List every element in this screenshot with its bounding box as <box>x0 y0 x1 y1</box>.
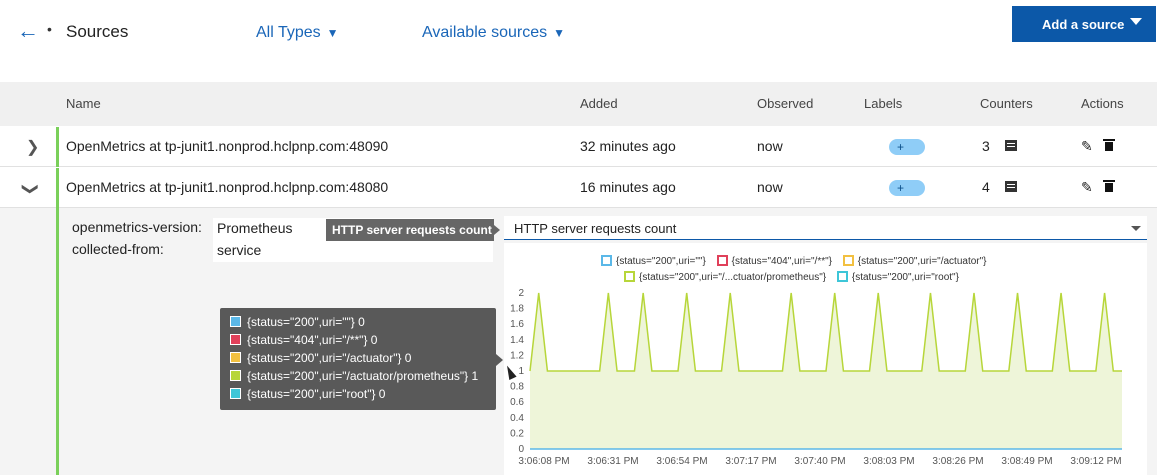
counter-select-value: HTTP server requests count <box>514 221 677 236</box>
y-tick-label: 1.4 <box>510 335 524 346</box>
x-tick-label: 3:08:26 PM <box>932 456 983 467</box>
tooltip-swatch <box>230 316 241 327</box>
tooltip-swatch <box>230 370 241 381</box>
add-label-button[interactable]: + <box>889 139 925 155</box>
counter-chart[interactable]: {status="200",uri=""} {status="404",uri=… <box>504 243 1147 475</box>
y-tick-label: 2 <box>518 288 524 299</box>
source-added: 16 minutes ago <box>580 179 676 195</box>
separator-dot: • <box>47 21 52 37</box>
sources-filter-label: Available sources <box>422 24 548 41</box>
x-tick-label: 3:08:49 PM <box>1001 456 1052 467</box>
table-row[interactable]: ❯ OpenMetrics at tp-junit1.nonprod.hclpn… <box>0 127 1157 167</box>
y-tick-label: 1.6 <box>510 319 524 330</box>
y-tick-label: 0.6 <box>510 397 524 408</box>
series-line <box>529 292 1122 372</box>
x-tick-label: 3:06:08 PM <box>518 456 569 467</box>
chevron-right-icon[interactable]: ❯ <box>26 137 39 157</box>
meta-key: openmetrics-version: <box>72 219 202 235</box>
status-bar <box>56 127 59 167</box>
x-tick-label: 3:09:12 PM <box>1070 456 1121 467</box>
tooltip-swatch <box>230 388 241 399</box>
table-row[interactable]: ❯ OpenMetrics at tp-junit1.nonprod.hclpn… <box>0 168 1157 208</box>
tooltip-swatch <box>230 334 241 345</box>
list-icon[interactable] <box>1005 181 1017 192</box>
top-bar: ← • Sources All Types ▼ Available sources… <box>0 0 1157 80</box>
source-name: OpenMetrics at tp-junit1.nonprod.hclpnp.… <box>66 179 389 195</box>
caret-down-icon: ▼ <box>553 26 565 40</box>
y-tick-label: 1 <box>518 366 524 377</box>
source-name: OpenMetrics at tp-junit1.nonprod.hclpnp.… <box>66 138 389 154</box>
column-header-labels[interactable]: Labels <box>864 96 902 111</box>
tooltip-label: {status="200",uri="root"} 0 <box>247 387 386 401</box>
add-source-label: Add a source <box>1042 17 1125 32</box>
counter-count: 3 <box>982 138 990 154</box>
types-filter[interactable]: All Types ▼ <box>256 24 339 42</box>
source-observed: now <box>757 179 783 195</box>
table-header: Name Added Observed Labels Counters Acti… <box>0 82 1157 126</box>
list-icon[interactable] <box>1005 140 1017 151</box>
column-header-counters[interactable]: Counters <box>980 96 1033 111</box>
y-tick-label: 1.8 <box>510 304 524 315</box>
caret-down-icon <box>1130 18 1142 25</box>
tooltip-label: {status="200",uri=""} 0 <box>247 315 365 329</box>
x-tick-label: 3:07:40 PM <box>794 456 845 467</box>
types-filter-label: All Types <box>256 24 321 41</box>
chevron-down-icon[interactable]: ❯ <box>21 182 41 195</box>
column-header-observed[interactable]: Observed <box>757 96 813 111</box>
tooltip-label: {status="200",uri="/actuator"} 0 <box>247 351 412 365</box>
tooltip-item: {status="200",uri="root"} 0 <box>230 387 385 401</box>
trash-icon[interactable] <box>1103 180 1115 192</box>
x-tick-label: 3:06:31 PM <box>587 456 638 467</box>
y-tick-label: 1.2 <box>510 350 524 361</box>
add-source-button[interactable]: Add a source <box>1012 6 1156 42</box>
tooltip-swatch <box>230 352 241 363</box>
chart-hover-tooltip: {status="200",uri=""} 0 {status="404",ur… <box>220 308 503 410</box>
caret-down-icon <box>1131 226 1141 231</box>
caret-down-icon: ▼ <box>326 26 339 40</box>
column-header-name[interactable]: Name <box>66 96 101 111</box>
meta-key: collected-from: <box>72 241 164 257</box>
edit-icon[interactable]: ✎ <box>1081 138 1093 155</box>
counter-count: 4 <box>982 179 990 195</box>
y-tick-label: 0 <box>518 444 524 455</box>
tooltip-item: {status="200",uri="/actuator"} 0 <box>230 351 411 365</box>
status-bar <box>56 168 59 208</box>
trash-icon[interactable] <box>1103 139 1115 151</box>
source-observed: now <box>757 138 783 154</box>
source-added: 32 minutes ago <box>580 138 676 154</box>
column-header-added[interactable]: Added <box>580 96 618 111</box>
y-tick-label: 0.2 <box>510 428 524 439</box>
meta-value: service <box>213 240 493 262</box>
chart-plot: 2 1.8 1.6 1.4 1.2 1 0.8 0.6 0.4 0.2 03:06:08 PM 3:0… <box>510 288 1122 467</box>
tooltip-item: {status="404",uri="/**"} 0 <box>230 333 377 347</box>
y-tick-label: 0.8 <box>510 382 524 393</box>
tooltip-label: {status="404",uri="/**"} 0 <box>247 333 378 347</box>
tooltip-item: {status="200",uri=""} 0 <box>230 315 365 329</box>
counter-tooltip: HTTP server requests count <box>326 219 500 241</box>
add-label-button[interactable]: + <box>889 180 925 196</box>
x-tick-label: 3:06:54 PM <box>656 456 707 467</box>
edit-icon[interactable]: ✎ <box>1081 179 1093 196</box>
page-title: Sources <box>66 22 129 41</box>
x-tick-label: 3:07:17 PM <box>725 456 776 467</box>
x-tick-label: 3:08:03 PM <box>863 456 914 467</box>
back-arrow-icon[interactable]: ← <box>17 20 39 42</box>
counter-select[interactable]: HTTP server requests count <box>504 216 1147 240</box>
column-header-actions: Actions <box>1081 96 1124 111</box>
tooltip-label: {status="200",uri="/actuator/prometheus"… <box>247 369 479 383</box>
tooltip-item: {status="200",uri="/actuator/prometheus"… <box>230 369 478 383</box>
y-tick-label: 0.4 <box>510 413 524 424</box>
status-bar <box>56 208 59 475</box>
sources-filter[interactable]: Available sources ▼ <box>422 24 565 42</box>
